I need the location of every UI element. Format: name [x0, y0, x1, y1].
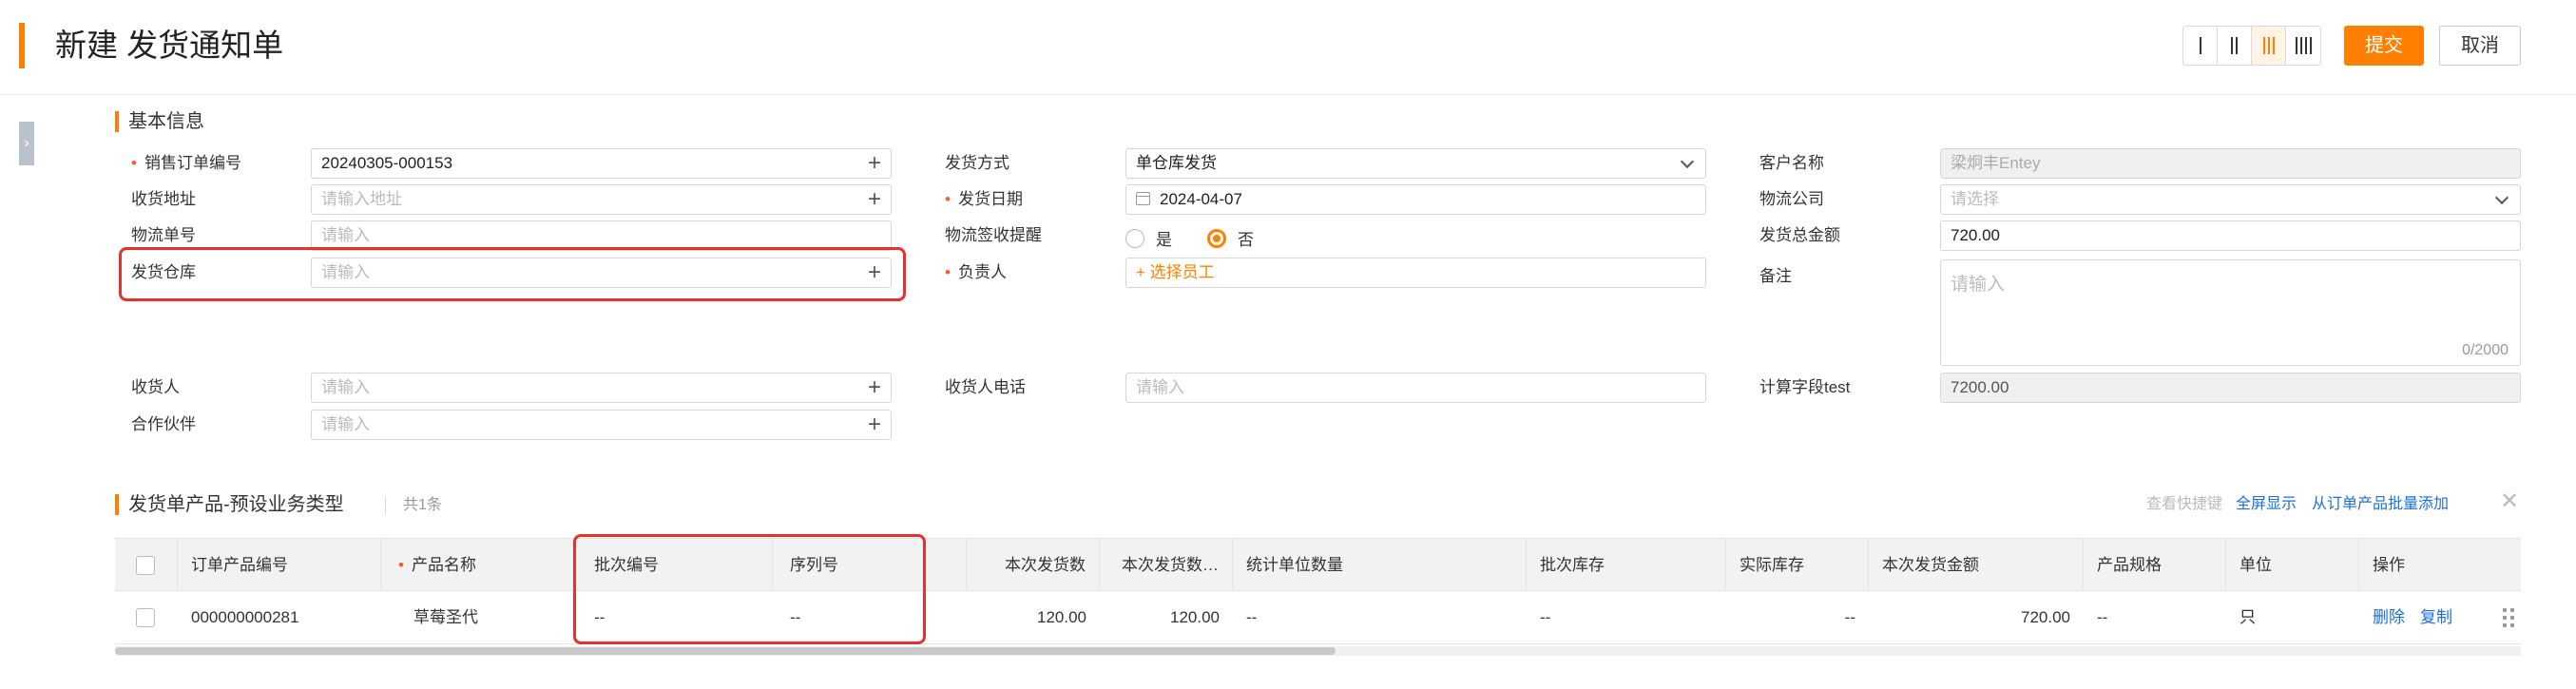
- layout-one-column-button[interactable]: [2183, 27, 2218, 65]
- calendar-icon: [1136, 192, 1150, 205]
- chevron-down-icon: [1680, 154, 1695, 169]
- plus-icon[interactable]: +: [868, 152, 881, 175]
- cell-batch-stock: --: [1540, 608, 1551, 626]
- remark-label: 备注: [1759, 267, 1792, 285]
- row-checkbox[interactable]: [136, 608, 155, 627]
- four-column-icon: [2295, 37, 2312, 54]
- fullscreen-link[interactable]: 全屏显示: [2236, 494, 2297, 515]
- radio-unchecked-icon: [1125, 228, 1144, 248]
- calc-field-label: 计算字段test: [1759, 378, 1851, 396]
- customer-name-label: 客户名称: [1759, 154, 1824, 172]
- cell-ship-qty[interactable]: 120.00: [967, 591, 1100, 644]
- layout-two-column-button[interactable]: [2218, 27, 2252, 65]
- receiver-phone-field[interactable]: 请输入: [1125, 373, 1706, 403]
- cell-spec: --: [2097, 608, 2108, 626]
- owner-select-employee[interactable]: + 选择员工: [1125, 258, 1706, 288]
- cell-unit: 只: [2240, 608, 2256, 626]
- cell-ship-qty-2[interactable]: 120.00: [1100, 591, 1233, 644]
- sales-order-no-label: • 销售订单编号: [131, 154, 241, 172]
- highlight-box-warehouse: [119, 247, 906, 301]
- drag-handle-icon[interactable]: [2503, 608, 2514, 627]
- cell-order-product-no: 000000000281: [191, 608, 299, 626]
- row-delete-link[interactable]: 删除: [2359, 591, 2414, 644]
- cell-ship-amount[interactable]: 720.00: [1869, 591, 2084, 644]
- col-header-actual-stock[interactable]: 实际库存: [1726, 539, 1869, 592]
- table-row: 000000000281 草莓圣代 -- -- 120.00 120.00 --…: [115, 591, 2521, 644]
- sales-order-no-field[interactable]: 20240305-000153 +: [311, 148, 892, 179]
- three-column-icon: [2262, 37, 2275, 54]
- column-layout-switcher: [2182, 26, 2321, 66]
- col-header-ship-qty[interactable]: 本次发货数: [967, 539, 1100, 592]
- product-table-header: 订单产品编号 • 产品名称 批次编号 序列号 本次发货数 本次发货数… 统计单位数…: [115, 538, 2521, 592]
- layout-three-column-button[interactable]: [2252, 27, 2286, 65]
- cancel-button[interactable]: 取消: [2439, 26, 2521, 66]
- scrollbar-thumb[interactable]: [115, 647, 1336, 655]
- close-icon[interactable]: ✕: [2500, 490, 2519, 513]
- col-header-ship-qty-2[interactable]: 本次发货数…: [1100, 539, 1233, 592]
- receiver-label: 收货人: [131, 378, 180, 396]
- ship-method-select[interactable]: 单仓库发货: [1125, 148, 1706, 179]
- radio-checked-icon: [1207, 228, 1226, 248]
- chevron-right-icon: ›: [24, 135, 29, 151]
- cell-product-name[interactable]: 草莓圣代: [381, 591, 575, 644]
- sign-reminder-yes-radio[interactable]: 是: [1125, 226, 1172, 250]
- highlight-box-batch-serial: [573, 534, 926, 644]
- two-column-icon: [2231, 37, 2238, 54]
- top-bar: 新建 发货通知单 提交 取消: [0, 0, 2576, 95]
- sign-reminder-label: 物流签收提醒: [945, 226, 1042, 244]
- col-header-unit[interactable]: 单位: [2226, 539, 2359, 592]
- col-header-order-product-no[interactable]: 订单产品编号: [178, 539, 381, 592]
- calc-field-value: 7200.00: [1940, 373, 2521, 403]
- product-count: 共1条: [385, 496, 442, 515]
- customer-name-field: 梁炯丰Entey: [1940, 148, 2521, 179]
- plus-icon[interactable]: +: [868, 413, 881, 436]
- select-all-checkbox[interactable]: [136, 556, 155, 575]
- owner-label: • 负责人: [945, 263, 1007, 281]
- partner-label: 合作伙伴: [131, 415, 196, 433]
- col-header-actions: 操作: [2373, 556, 2405, 574]
- submit-button[interactable]: 提交: [2344, 26, 2424, 66]
- ship-method-label: 发货方式: [945, 154, 1009, 172]
- cell-stat-unit-qty: --: [1246, 608, 1258, 626]
- row-select-cell: [115, 591, 178, 644]
- row-copy-link[interactable]: 复制: [2414, 591, 2471, 644]
- one-column-icon: [2199, 37, 2201, 54]
- col-header-batch-stock[interactable]: 批次库存: [1527, 539, 1726, 592]
- page-title: 新建 发货通知单: [55, 28, 284, 63]
- receiver-phone-label: 收货人电话: [945, 378, 1026, 396]
- title-accent-bar: [19, 23, 25, 68]
- ship-total-amount-label: 发货总金额: [1759, 226, 1840, 244]
- remark-textarea[interactable]: 请输入 0/2000: [1940, 259, 2521, 366]
- remark-char-counter: 0/2000: [2462, 342, 2509, 358]
- section-title-basic: 基本信息: [115, 109, 204, 134]
- batch-add-from-order-link[interactable]: 从订单产品批量添加: [2312, 494, 2449, 515]
- col-header-stat-unit-qty[interactable]: 统计单位数量: [1233, 539, 1527, 592]
- ship-date-label: • 发货日期: [945, 190, 1023, 208]
- cell-actual-stock: --: [1844, 608, 1855, 626]
- partner-field[interactable]: 请输入 +: [311, 410, 892, 440]
- receiver-field[interactable]: 请输入 +: [311, 373, 892, 403]
- ship-address-label: 收货地址: [131, 190, 196, 208]
- sidebar-expand-handle[interactable]: ›: [19, 122, 34, 165]
- select-all-cell: [115, 539, 178, 592]
- plus-icon[interactable]: +: [868, 376, 881, 399]
- layout-four-column-button[interactable]: [2286, 27, 2320, 65]
- chevron-down-icon: [2494, 190, 2509, 205]
- plus-icon[interactable]: +: [868, 188, 881, 211]
- col-header-ship-amount[interactable]: 本次发货金额: [1869, 539, 2084, 592]
- shortcut-keys-link[interactable]: 查看快捷键: [2146, 494, 2222, 515]
- ship-total-amount-field[interactable]: 720.00: [1940, 220, 2521, 251]
- logistics-company-select[interactable]: 请选择: [1940, 184, 2521, 215]
- ship-address-field[interactable]: 请输入地址 +: [311, 184, 892, 215]
- col-header-spec[interactable]: 产品规格: [2084, 539, 2226, 592]
- ship-date-field[interactable]: 2024-04-07: [1125, 184, 1706, 215]
- logistics-company-label: 物流公司: [1759, 190, 1824, 208]
- section-title-products: 发货单产品-预设业务类型: [115, 492, 344, 517]
- col-header-product-name[interactable]: • 产品名称: [381, 539, 575, 592]
- logistics-no-label: 物流单号: [131, 226, 196, 244]
- sign-reminder-no-radio[interactable]: 否: [1207, 226, 1254, 250]
- page: 新建 发货通知单 提交 取消 › 基本信息 • 销售订单编号 20240305-0…: [0, 0, 2576, 689]
